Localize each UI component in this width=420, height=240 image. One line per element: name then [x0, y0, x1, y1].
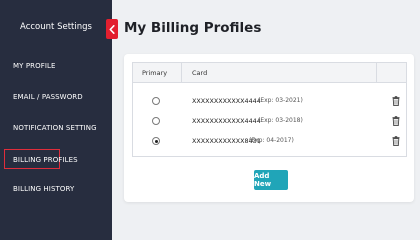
card-number: XXXXXXXXXXXX4444	[192, 117, 261, 125]
primary-radio-selected[interactable]	[152, 137, 160, 145]
column-header-card: Card	[192, 69, 208, 77]
trash-icon	[392, 136, 400, 146]
chevron-left-icon	[109, 24, 115, 34]
primary-radio[interactable]	[152, 97, 160, 105]
sidebar-collapse-button[interactable]	[106, 19, 118, 39]
trash-icon	[392, 116, 400, 126]
sidebar-item-email-password[interactable]: EMAIL / PASSWORD	[13, 93, 83, 101]
billing-profiles-card: Primary Card XXXXXXXXXXXX4444 (Exp: 03-2…	[124, 54, 414, 202]
sidebar-item-billing-history[interactable]: BILLING HISTORY	[13, 185, 74, 193]
column-divider	[376, 63, 377, 83]
delete-button[interactable]	[391, 135, 401, 147]
sidebar-item-notification-setting[interactable]: NOTIFICATION SETTING	[13, 124, 97, 132]
column-divider	[181, 63, 182, 83]
sidebar-item-my-profile[interactable]: MY PROFILE	[13, 62, 56, 70]
delete-button[interactable]	[391, 95, 401, 107]
primary-radio[interactable]	[152, 117, 160, 125]
card-expiry: (Exp: 03-2021)	[258, 97, 303, 104]
add-new-button[interactable]: Add New	[254, 170, 288, 190]
column-header-primary: Primary	[142, 69, 168, 77]
delete-button[interactable]	[391, 115, 401, 127]
sidebar-title: Account Settings	[20, 22, 92, 32]
table-row: XXXXXXXXXXXX4444 (Exp: 03-2018)	[133, 111, 406, 131]
sidebar-item-billing-profiles[interactable]: BILLING PROFILES	[4, 149, 78, 169]
sidebar: Account Settings MY PROFILE EMAIL / PASS…	[0, 0, 112, 240]
billing-profiles-table: Primary Card XXXXXXXXXXXX4444 (Exp: 03-2…	[132, 62, 407, 157]
page-title: My Billing Profiles	[124, 20, 262, 36]
card-number: XXXXXXXXXXXX4444	[192, 97, 261, 105]
card-expiry: (Exp: 03-2018)	[258, 117, 303, 124]
table-row: XXXXXXXXXXXX8431 (Exp: 04-2017)	[133, 131, 406, 151]
trash-icon	[392, 96, 400, 106]
table-row: XXXXXXXXXXXX4444 (Exp: 03-2021)	[133, 91, 406, 111]
table-header: Primary Card	[133, 63, 406, 83]
card-expiry: (Exp: 04-2017)	[249, 137, 294, 144]
